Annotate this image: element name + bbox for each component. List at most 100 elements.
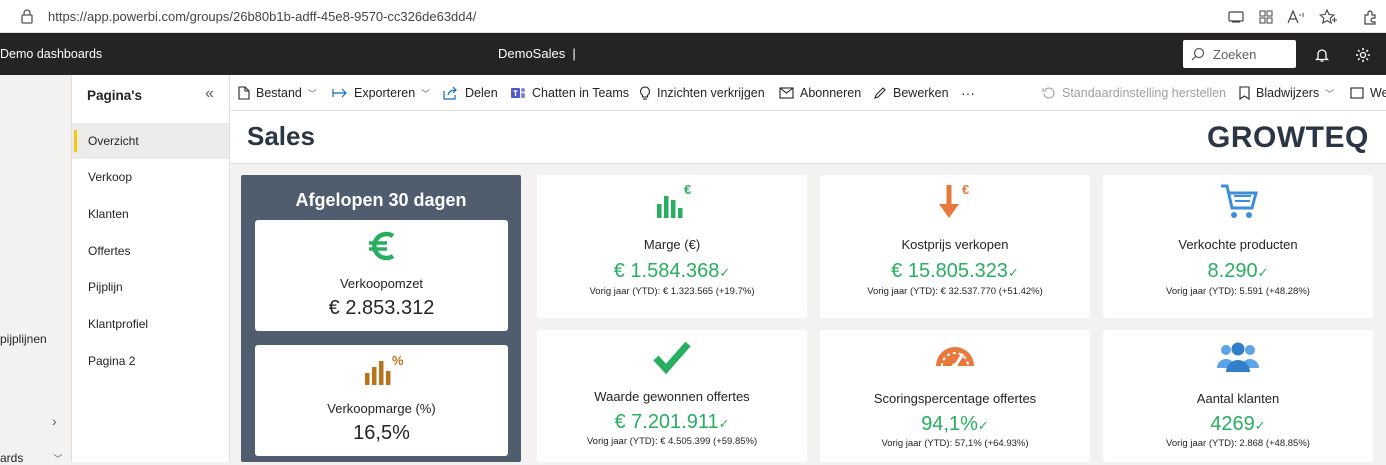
search-icon	[1191, 47, 1205, 61]
bar-chart-percent-icon: %	[255, 353, 508, 387]
nav-item-pipelines[interactable]: pijplijnen	[0, 332, 47, 346]
favorites-star-icon[interactable]	[1318, 7, 1338, 27]
left-nav-rail: pijplijnen › ards ﹀	[0, 75, 72, 465]
pages-pane-title: Pagina's	[87, 88, 142, 103]
chevron-down-icon: ﹀	[1325, 88, 1335, 99]
kpi-value: € 15.805.323✓	[891, 260, 1019, 282]
share-button[interactable]: Delen	[443, 75, 498, 111]
customers-icon	[1103, 340, 1373, 374]
pencil-icon	[874, 87, 886, 99]
kpi-label: Scoringspercentage offertes	[873, 391, 1037, 406]
kpi-previous-year: Vorig jaar (YTD): € 4.505.399 (+59.85%)	[586, 436, 758, 447]
reset-icon	[1042, 87, 1055, 99]
export-arrow-icon	[332, 88, 347, 98]
page-tab-overzicht[interactable]: Overzicht	[72, 123, 229, 159]
file-menu-button[interactable]: Bestand ﹀	[238, 75, 317, 111]
workspace-name[interactable]: Demo dashboards	[0, 47, 102, 61]
checkmark-icon: ✓	[718, 416, 730, 431]
kpi-card-kostprijs-verkopen[interactable]: € Kostprijs verkopen € 15.805.323✓ Vorig…	[820, 175, 1090, 318]
page-tab-offertes[interactable]: Offertes	[72, 233, 229, 269]
kpi-card-waarde-gewonnen-offertes[interactable]: Waarde gewonnen offertes € 7.201.911✓ Vo…	[537, 330, 807, 462]
kpi-label: Verkoopomzet	[339, 276, 424, 291]
kpi-value: 94,1%✓	[921, 413, 989, 435]
kpi-label: Aantal klanten	[1196, 391, 1280, 406]
checkmark-icon: ✓	[1007, 265, 1019, 280]
browser-address-bar: https://app.powerbi.com/groups/26b80b1b-…	[0, 0, 1386, 33]
view-menu-button[interactable]: We	[1350, 75, 1386, 111]
chevron-down-icon: ﹀	[53, 454, 63, 464]
mail-icon	[779, 87, 794, 99]
kpi-previous-year: Vorig jaar (YTD): 57,1% (+64.93%)	[881, 438, 1029, 449]
settings-gear-icon[interactable]	[1353, 45, 1373, 65]
report-toolbar: Bestand ﹀ Exporteren ﹀ Delen Chatten in Te…	[230, 75, 1386, 111]
lightbulb-icon	[640, 86, 650, 100]
kpi-card-verkoopomzet[interactable]: Verkoopomzet € 2.853.312	[255, 220, 508, 331]
checkmark-icon: ✓	[719, 265, 731, 280]
kpi-card-verkochte-producten[interactable]: Verkochte producten 8.290✓ Vorig jaar (Y…	[1103, 175, 1373, 318]
kpi-value: € 1.584.368✓	[613, 260, 731, 282]
nav-item-dashboards[interactable]: ards ﹀	[0, 451, 62, 465]
kpi-previous-year: Vorig jaar (YTD): 2.868 (+48.85%)	[1166, 438, 1310, 449]
kpi-label: Verkochte producten	[1178, 237, 1298, 252]
read-aloud-icon[interactable]	[1286, 7, 1306, 27]
kpi-card-verkoopmarge[interactable]: % Verkoopmarge (%) 16,5%	[255, 345, 508, 456]
extensions-icon[interactable]	[1360, 7, 1380, 27]
checkmark-icon: ✓	[1254, 418, 1266, 433]
kpi-value: € 7.201.911✓	[614, 411, 730, 433]
chevron-down-icon: ﹀	[307, 88, 317, 99]
apps-grid-icon[interactable]	[1256, 7, 1276, 27]
reset-to-default-button[interactable]: Standaardinstelling herstellen	[1042, 75, 1226, 111]
kpi-card-aantal-klanten[interactable]: Aantal klanten 4269✓ Vorig jaar (YTD): 2…	[1103, 330, 1373, 462]
cart-icon	[1103, 180, 1373, 222]
gauge-icon	[820, 340, 1090, 370]
url-text[interactable]: https://app.powerbi.com/groups/26b80b1b-…	[48, 9, 476, 24]
kpi-label: Waarde gewonnen offertes	[594, 389, 750, 404]
reader-view-icon[interactable]	[1226, 7, 1246, 27]
chevron-down-icon: ﹀	[421, 88, 431, 99]
more-options-button[interactable]: ···	[961, 75, 975, 111]
file-icon	[238, 86, 250, 100]
chevron-right-icon[interactable]: ›	[52, 413, 57, 429]
page-tab-pagina-2[interactable]: Pagina 2	[72, 343, 229, 379]
kpi-previous-year: Vorig jaar (YTD): € 1.323.565 (+19.7%)	[589, 286, 755, 297]
lock-icon	[20, 8, 34, 24]
cost-arrow-icon: €	[820, 180, 1090, 222]
kpi-value: 4269✓	[1210, 413, 1266, 435]
period-panel: Afgelopen 30 dagen Verkoopomzet € 2.853.…	[241, 175, 521, 462]
checkmark-icon: ✓	[1257, 265, 1269, 280]
period-title: Afgelopen 30 dagen	[295, 190, 467, 210]
bar-chart-euro-icon: €	[537, 180, 807, 222]
page-tab-klanten[interactable]: Klanten	[72, 196, 229, 232]
report-name[interactable]: DemoSales |	[498, 46, 576, 61]
notifications-bell-icon[interactable]	[1312, 45, 1332, 65]
view-icon	[1350, 87, 1364, 99]
svg-text:%: %	[392, 353, 404, 368]
share-icon	[443, 86, 457, 100]
edit-button[interactable]: Bewerken	[873, 75, 949, 111]
search-placeholder: Zoeken	[1213, 46, 1257, 62]
kpi-label: Marge (€)	[643, 237, 701, 252]
checkmark-icon	[537, 340, 807, 376]
export-menu-button[interactable]: Exporteren ﹀	[332, 75, 430, 111]
get-insights-button[interactable]: Inzichten verkrijgen	[639, 75, 765, 111]
search-box[interactable]: Zoeken	[1183, 40, 1296, 68]
page-tab-klantprofiel[interactable]: Klantprofiel	[72, 306, 229, 342]
subscribe-button[interactable]: Abonneren	[779, 75, 861, 111]
kpi-previous-year: Vorig jaar (YTD): 5.591 (+48.28%)	[1166, 286, 1310, 297]
report-canvas: Sales GROWTEQ Afgelopen 30 dagen Verkoop…	[230, 111, 1386, 462]
chat-in-teams-button[interactable]: Chatten in Teams	[510, 75, 629, 111]
collapse-pane-icon[interactable]: «	[205, 85, 214, 103]
bookmark-icon	[1239, 86, 1250, 100]
bookmarks-menu-button[interactable]: Bladwijzers ﹀	[1239, 75, 1334, 111]
page-tab-verkoop[interactable]: Verkoop	[72, 159, 229, 195]
powerbi-top-bar: Demo dashboards DemoSales | Zoeken	[0, 33, 1386, 75]
report-title-bar: Sales GROWTEQ	[230, 111, 1386, 164]
kpi-previous-year: Vorig jaar (YTD): € 32.537.770 (+51.42%)	[867, 286, 1043, 297]
pages-pane: Pagina's « Overzicht Verkoop Klanten Off…	[72, 75, 230, 462]
kpi-card-scoringspercentage-offertes[interactable]: Scoringspercentage offertes 94,1%✓ Vorig…	[820, 330, 1090, 462]
kpi-value: 16,5%	[353, 422, 410, 444]
kpi-card-marge[interactable]: € Marge (€) € 1.584.368✓ Vorig jaar (YTD…	[537, 175, 807, 318]
teams-icon	[511, 88, 525, 98]
page-tab-pijplijn[interactable]: Pijplijn	[72, 269, 229, 305]
kpi-label: Verkoopmarge (%)	[327, 401, 436, 416]
